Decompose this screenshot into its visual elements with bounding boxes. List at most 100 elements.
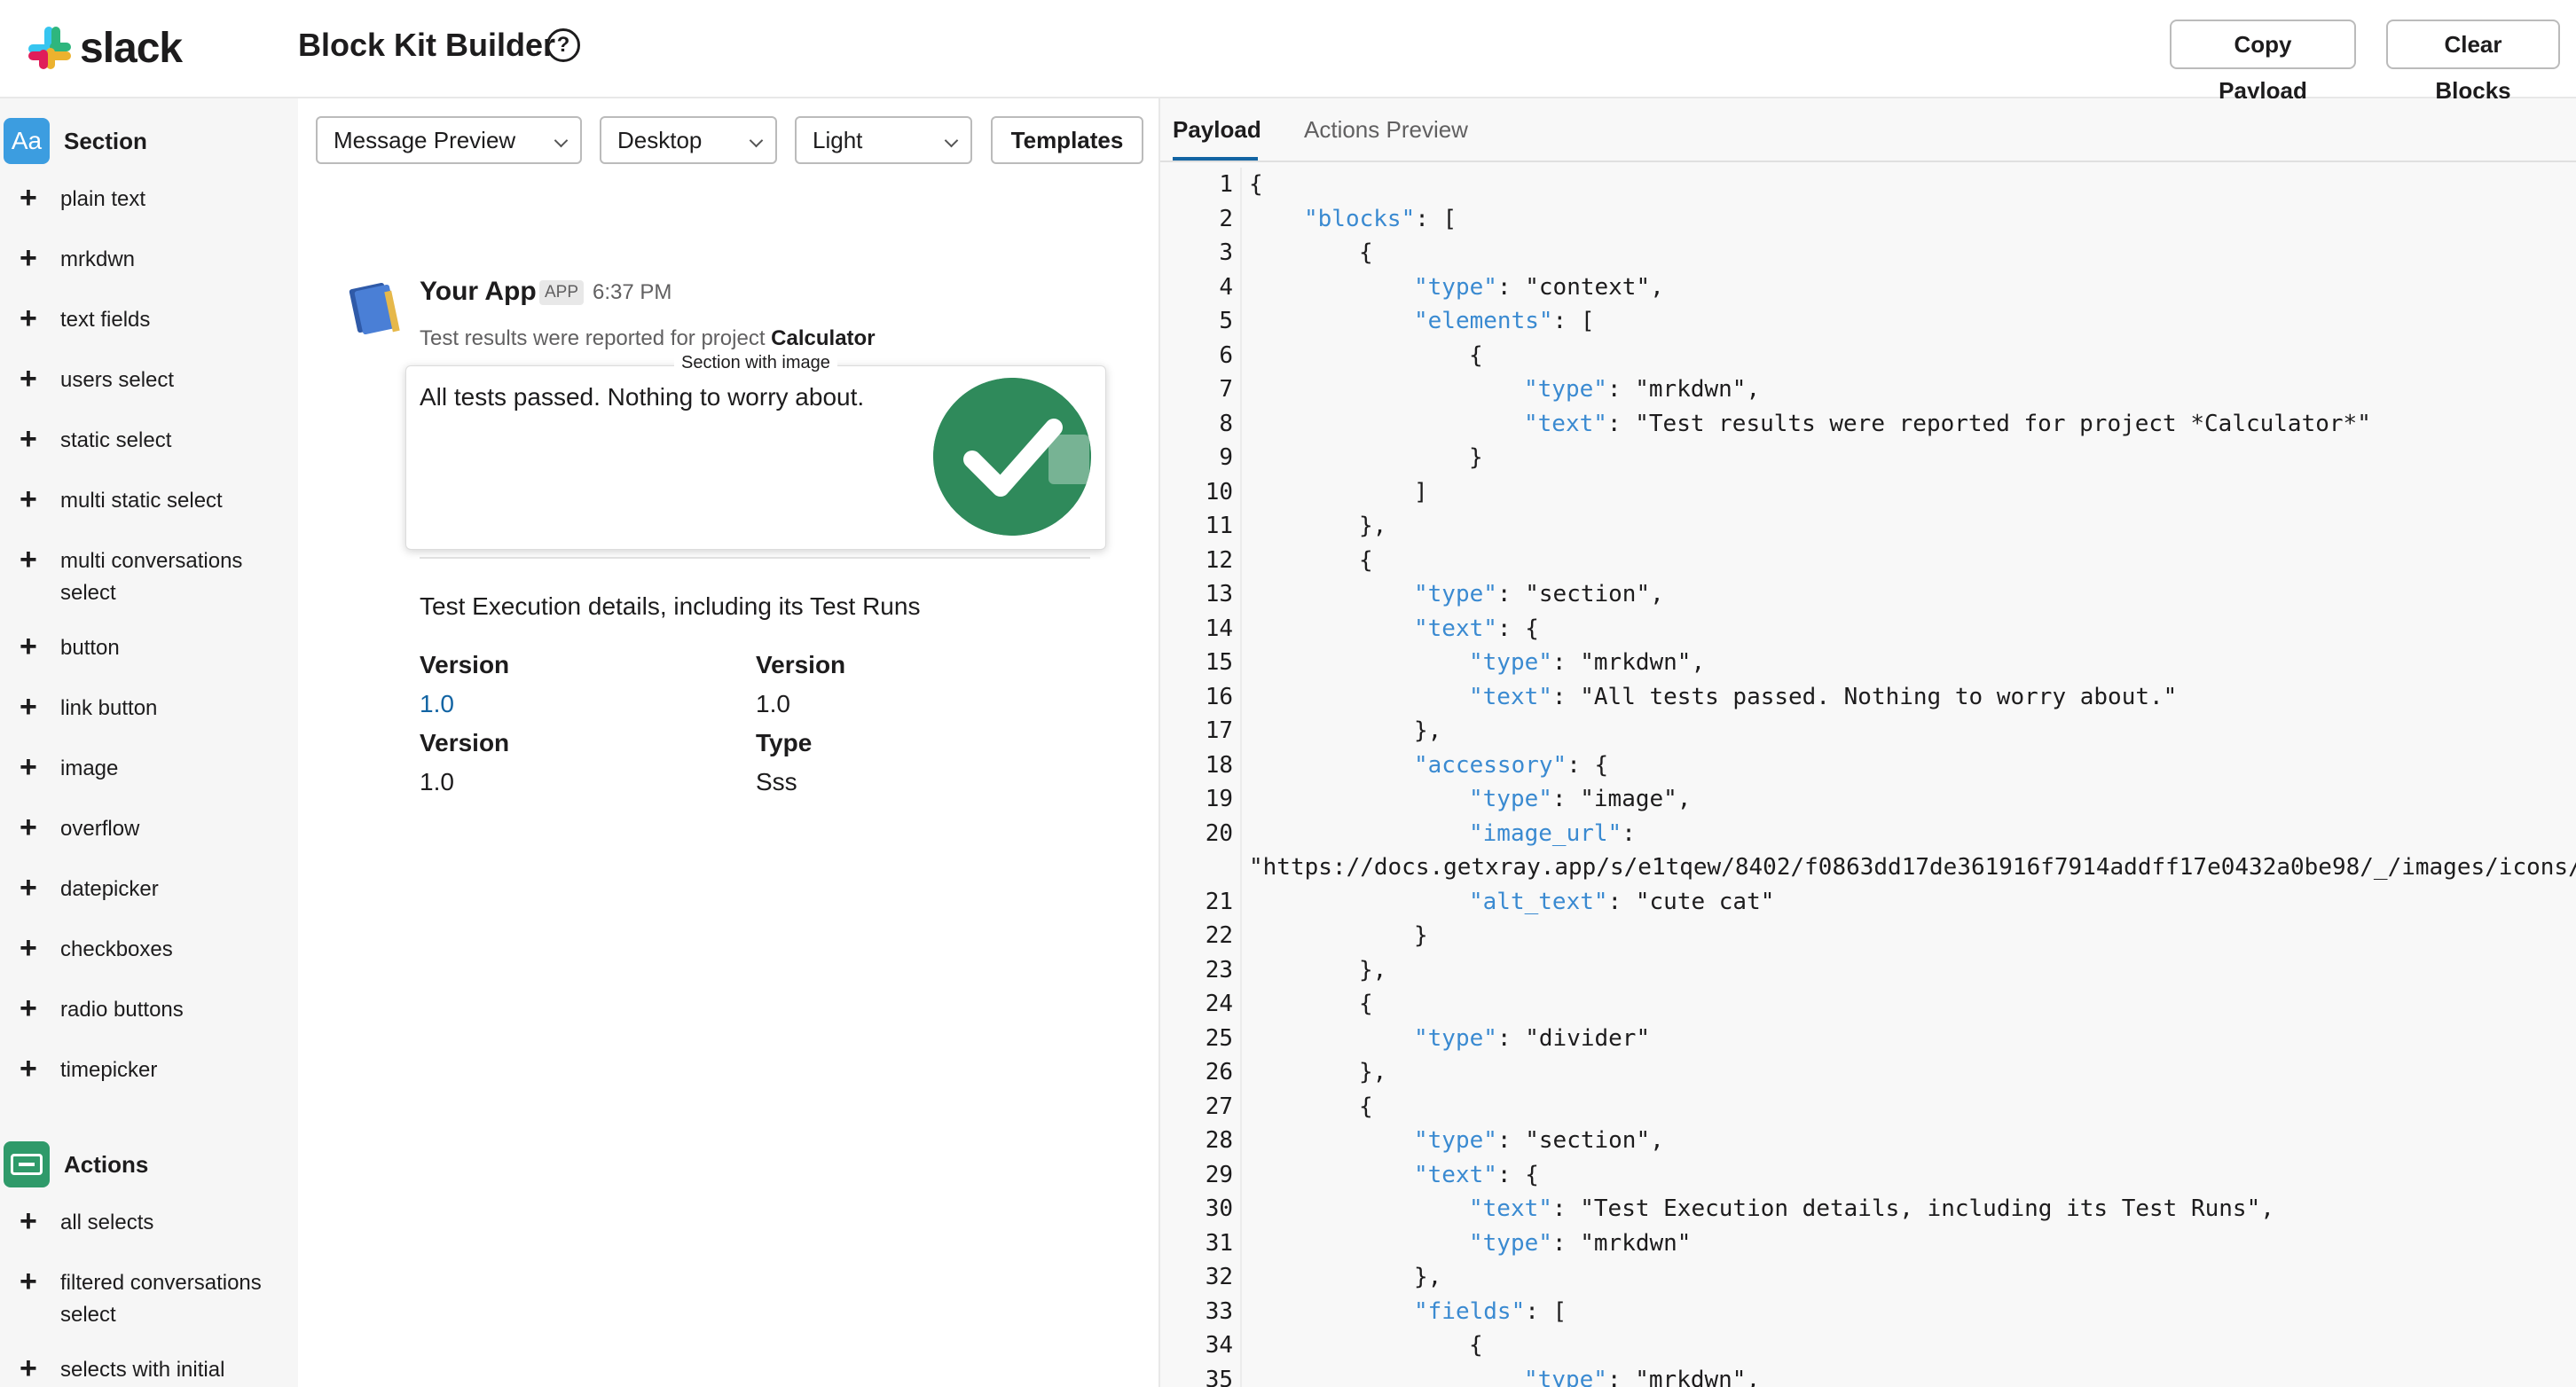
- theme-select[interactable]: Light: [795, 116, 972, 164]
- code-text: },: [1359, 509, 1386, 543]
- json-value: : "Test results were reported for projec…: [1606, 410, 2371, 437]
- json-value: }: [1469, 444, 1483, 471]
- sidebar-item[interactable]: + checkboxes: [20, 931, 273, 966]
- line-number: 7: [1219, 376, 1233, 403]
- line-number: 4: [1219, 273, 1233, 301]
- json-key: "text": [1524, 410, 1607, 437]
- category-section-label: Section: [64, 127, 147, 154]
- line-number: 6: [1219, 341, 1233, 369]
- sidebar-item[interactable]: + mrkdwn: [20, 243, 273, 276]
- section-block-text-2: Test Execution details, including its Te…: [420, 592, 921, 620]
- code-text: }: [1469, 441, 1483, 474]
- code-text: "type": "context",: [1414, 270, 1664, 304]
- json-value: : "mrkdwn",: [1606, 1366, 1761, 1387]
- line-number: 26: [1205, 1059, 1233, 1085]
- json-value: : "section",: [1496, 581, 1664, 607]
- templates-button[interactable]: Templates: [991, 116, 1143, 164]
- json-value: : {: [1496, 615, 1539, 642]
- field-value: 1.0: [420, 768, 454, 795]
- json-value: {: [1359, 991, 1373, 1017]
- preview-mode-value: Message Preview: [334, 127, 516, 153]
- trash-icon[interactable]: [1048, 435, 1089, 484]
- slack-logo[interactable]: slack: [27, 21, 183, 74]
- line-number: 17: [1205, 717, 1233, 744]
- line-number: 23: [1205, 956, 1233, 983]
- code-text: }: [1414, 919, 1428, 952]
- sidebar-item[interactable]: + button: [20, 631, 273, 664]
- line-number: 27: [1205, 1093, 1233, 1120]
- plus-icon: +: [20, 482, 37, 516]
- sidebar-item[interactable]: + overflow: [20, 811, 273, 845]
- sidebar-item-label: all selects: [60, 1211, 154, 1234]
- sidebar-item-label: plain text: [60, 187, 146, 211]
- code-text: "image_url":: [1469, 817, 1636, 850]
- field-value-link[interactable]: 1.0: [420, 690, 454, 718]
- context-block-text: Test results were reported for project C…: [420, 326, 876, 350]
- tab-payload[interactable]: Payload: [1173, 116, 1261, 144]
- code-text: "type": "section",: [1414, 577, 1664, 611]
- plus-icon: +: [20, 543, 37, 576]
- sidebar-item[interactable]: + selects with initial: [20, 1353, 273, 1386]
- payload-panel: Payload Actions Preview 1{2 "blocks": [3{…: [1158, 98, 2576, 1387]
- json-key: "type": [1414, 1024, 1497, 1052]
- code-text: },: [1414, 1260, 1441, 1294]
- sidebar-item[interactable]: + datepicker: [20, 871, 273, 905]
- sidebar-item[interactable]: + multi conversations select: [20, 545, 273, 609]
- device-select[interactable]: Desktop: [600, 116, 777, 164]
- json-value: {: [1359, 1093, 1373, 1120]
- sidebar-item[interactable]: + image: [20, 750, 273, 785]
- sidebar-item[interactable]: + filtered conversations select: [20, 1266, 273, 1331]
- sidebar-item[interactable]: + radio buttons: [20, 991, 273, 1026]
- line-number-gutter: [1240, 168, 1242, 1387]
- json-key: "type": [1414, 581, 1497, 607]
- field-title: Type: [756, 729, 813, 756]
- plus-icon: +: [20, 931, 37, 965]
- sidebar-item-label: selects with initial: [60, 1358, 225, 1382]
- clear-blocks-button[interactable]: Clear Blocks: [2386, 20, 2560, 104]
- line-number: 28: [1205, 1127, 1233, 1154]
- json-value: },: [1359, 513, 1387, 539]
- line-number: 30: [1205, 1195, 1233, 1222]
- message-timestamp[interactable]: 6:37 PM: [593, 280, 671, 305]
- json-value: : "cute cat": [1607, 888, 1775, 915]
- help-icon[interactable]: ?: [546, 28, 580, 62]
- code-text: "type": "image",: [1469, 782, 1691, 816]
- line-number: 11: [1205, 513, 1233, 539]
- line-number: 32: [1205, 1264, 1233, 1290]
- preview-mode-select[interactable]: Message Preview: [316, 116, 582, 164]
- sidebar-item[interactable]: + link button: [20, 692, 273, 725]
- json-value: : "All tests passed. Nothing to worry ab…: [1551, 683, 2178, 710]
- sidebar-item-label: image: [60, 756, 119, 780]
- sidebar-item[interactable]: + plain text: [20, 183, 273, 215]
- slack-logo-icon: [28, 27, 71, 69]
- line-number: 15: [1205, 649, 1233, 676]
- category-actions[interactable]: Actions: [4, 1141, 148, 1187]
- line-number: 5: [1219, 308, 1233, 334]
- sidebar-item[interactable]: + all selects: [20, 1206, 273, 1239]
- device-value: Desktop: [617, 127, 703, 153]
- sidebar-item-label: timepicker: [60, 1058, 158, 1082]
- sidebar-item[interactable]: + text fields: [20, 303, 273, 336]
- actions-category-icon: [4, 1141, 50, 1187]
- plus-icon: +: [20, 750, 37, 784]
- code-text: },: [1414, 714, 1441, 748]
- plus-icon: +: [20, 991, 37, 1025]
- copy-payload-button[interactable]: Copy Payload: [2170, 20, 2356, 104]
- code-text: {: [1359, 1090, 1373, 1124]
- line-number: 1: [1219, 171, 1233, 198]
- plus-icon: +: [20, 871, 37, 905]
- code-text: {: [1249, 168, 1263, 201]
- slack-wordmark: slack: [80, 24, 183, 72]
- sidebar-item[interactable]: + multi static select: [20, 482, 273, 517]
- category-section[interactable]: Aa Section: [4, 118, 147, 164]
- line-number: 25: [1205, 1024, 1233, 1052]
- sidebar-item[interactable]: + static select: [20, 424, 273, 457]
- tab-actions-preview[interactable]: Actions Preview: [1304, 116, 1468, 144]
- code-text: {: [1359, 987, 1373, 1021]
- sidebar-item[interactable]: + timepicker: [20, 1054, 273, 1086]
- line-number: 16: [1205, 683, 1233, 710]
- sidebar-item[interactable]: + users select: [20, 364, 273, 396]
- app-name[interactable]: Your App: [420, 277, 537, 307]
- plus-icon: +: [20, 362, 37, 396]
- plus-icon: +: [20, 811, 37, 844]
